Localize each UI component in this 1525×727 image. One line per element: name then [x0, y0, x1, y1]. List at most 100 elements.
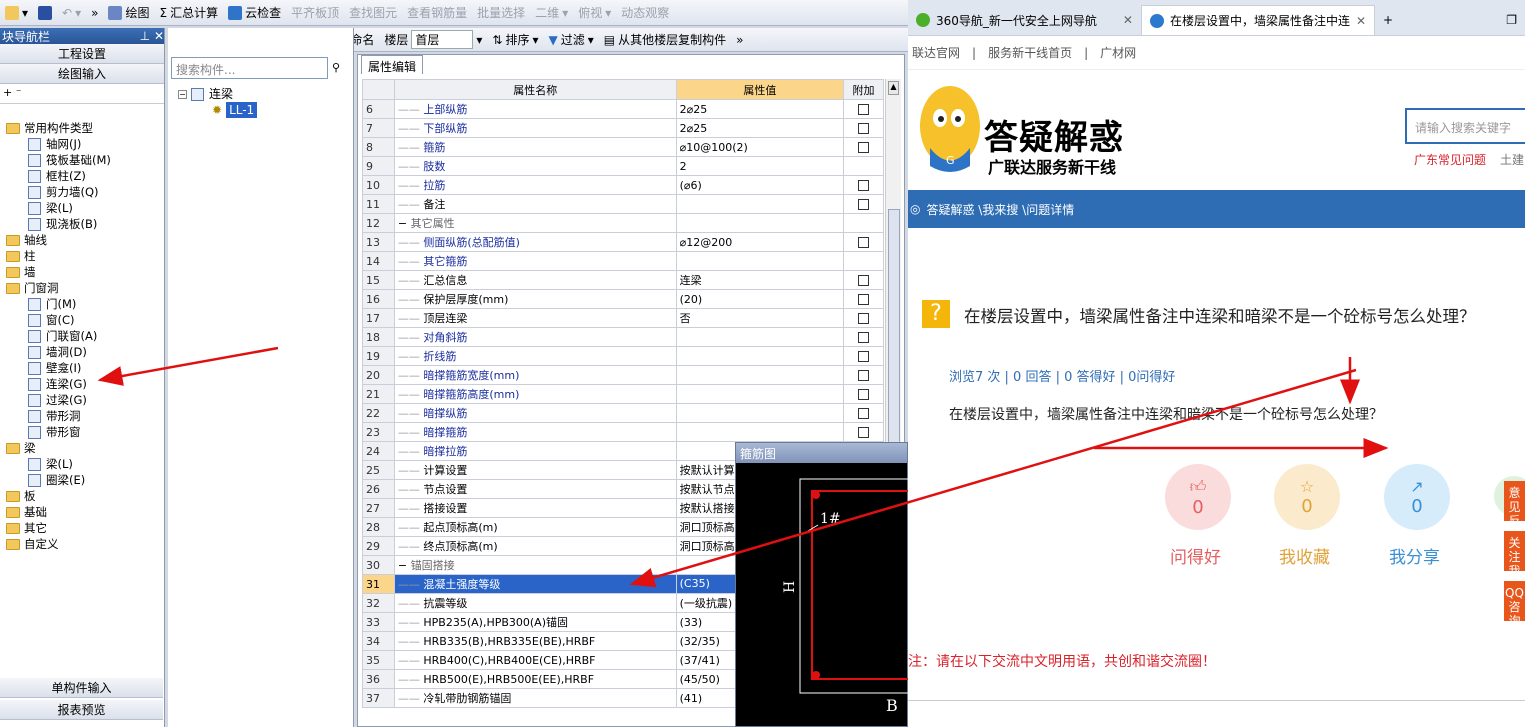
top-view-dropdown[interactable]: 俯视 ▾ — [573, 2, 616, 24]
component-search-input[interactable]: 搜索构件... — [171, 57, 328, 79]
share-circle[interactable]: ↗ 0 — [1384, 464, 1450, 530]
property-value[interactable]: 2⌀25 — [675, 99, 845, 119]
property-value[interactable] — [675, 327, 845, 347]
property-row[interactable]: 8 —— 箍筋 ⌀10@100(2) — [362, 137, 884, 157]
property-row[interactable]: 22 —— 暗撑纵筋 — [362, 403, 884, 423]
property-value[interactable]: 2 — [675, 156, 845, 176]
pin-close-icons[interactable]: ⊥ ✕ — [140, 29, 164, 43]
extra-checkbox[interactable] — [858, 123, 870, 134]
nav-tree-item[interactable]: 连梁(G) — [0, 376, 163, 392]
tab-question[interactable]: 在楼层设置中，墙梁属性备注中连 ✕ — [1140, 5, 1376, 35]
nav-tree-item[interactable]: 框柱(Z) — [0, 168, 163, 184]
nav-tree-item[interactable]: 圈梁(E) — [0, 472, 163, 488]
nav-tree-item[interactable]: 轴网(J) — [0, 136, 163, 152]
extra-checkbox[interactable] — [858, 275, 870, 286]
property-value[interactable]: ⌀12@200 — [675, 232, 845, 252]
floor-value[interactable]: 首层 — [411, 30, 474, 49]
nav-tree-item[interactable]: 带形窗 — [0, 424, 163, 440]
hot-link-tujian[interactable]: 土建 — [1500, 151, 1524, 168]
nav-tree-item[interactable]: 门(M) — [0, 296, 163, 312]
property-row[interactable]: 16 —— 保护层厚度(mm) (20) — [362, 289, 884, 309]
share-label[interactable]: 我分享 — [1389, 543, 1440, 568]
nav-tree-item[interactable]: 自定义 — [0, 536, 163, 552]
nav-tree-item[interactable]: 板 — [0, 488, 163, 504]
property-row[interactable]: 17 —— 顶层连梁否 — [362, 308, 884, 328]
favorite-label[interactable]: 我收藏 — [1279, 543, 1330, 568]
extra-checkbox[interactable] — [858, 332, 870, 343]
project-settings-button[interactable]: 工程设置 — [0, 44, 164, 64]
tree-expand-collapse[interactable]: + ⁻ — [0, 84, 164, 104]
collapse-icon[interactable]: − — [178, 89, 187, 99]
nav-tree-item[interactable]: 梁(L) — [0, 200, 163, 216]
property-row[interactable]: 14 —— 其它箍筋 — [362, 251, 884, 271]
property-row[interactable]: 20 —— 暗撑箍筋宽度(mm) — [362, 365, 884, 385]
search-icon[interactable]: ⚲ — [332, 61, 340, 74]
property-scrollbar[interactable]: ▲ — [885, 79, 901, 579]
nav-tree-item[interactable]: 窗(C) — [0, 312, 163, 328]
flat-slab-button[interactable]: 平齐板顶 — [286, 2, 344, 24]
cloud-check-button[interactable]: 云检查 — [223, 2, 286, 24]
hot-link-guangdong[interactable]: 广东常见问题 — [1414, 151, 1486, 168]
nav-tree-item[interactable]: 轴线 — [0, 232, 163, 248]
nav-tree-item[interactable]: 过梁(G) — [0, 392, 163, 408]
property-value[interactable]: 连梁 — [675, 270, 845, 290]
property-row[interactable]: 10 —— 拉筋 (⌀6) — [362, 175, 884, 195]
floor-selector[interactable]: 楼层 首层 ▾ — [379, 29, 487, 51]
copy-from-floor-button[interactable]: ▤ 从其他楼层复制构件 — [599, 29, 731, 51]
property-row[interactable]: 15 —— 汇总信息 连梁 — [362, 270, 884, 290]
property-value[interactable]: ⌀10@100(2) — [675, 137, 845, 157]
site-search-input[interactable]: 请输入搜索关键字 — [1405, 108, 1525, 144]
nav-tree-item[interactable]: 基础 — [0, 504, 163, 520]
property-row[interactable]: 7 —— 下部纵筋 2⌀25 — [362, 118, 884, 138]
sum-calc-button[interactable]: Σ 汇总计算 — [154, 2, 223, 24]
more-chevron[interactable]: » — [86, 2, 103, 24]
batch-select-button[interactable]: 批量选择 — [472, 2, 530, 24]
undo-button[interactable]: ↶ ▾ — [57, 2, 86, 24]
property-value[interactable] — [675, 251, 845, 271]
group-collapse-icon[interactable]: − — [398, 559, 411, 572]
extra-checkbox[interactable] — [858, 370, 870, 381]
two-d-dropdown[interactable]: 二维 ▾ — [530, 2, 573, 24]
property-value[interactable] — [675, 403, 845, 423]
property-row[interactable]: 6 —— 上部纵筋 2⌀25 — [362, 99, 884, 119]
property-row[interactable]: 21 —— 暗撑箍筋高度(mm) — [362, 384, 884, 404]
property-value[interactable] — [675, 384, 845, 404]
like-label[interactable]: 问得好 — [1170, 543, 1221, 568]
link-guangcai[interactable]: 广材网 — [1088, 44, 1148, 61]
property-value[interactable]: 2⌀25 — [675, 118, 845, 138]
side-feedback[interactable]: 意见反馈 — [1504, 481, 1525, 542]
find-element-button[interactable]: 查找图元 — [344, 2, 402, 24]
nav-tree-item[interactable]: 现浇板(B) — [0, 216, 163, 232]
view-rebar-button[interactable]: 查看钢筋量 — [402, 2, 472, 24]
nav-tree-item[interactable]: 门窗洞 — [0, 280, 163, 296]
extra-checkbox[interactable] — [858, 389, 870, 400]
extra-checkbox[interactable] — [858, 142, 870, 153]
group-collapse-icon[interactable]: − — [398, 217, 411, 230]
nav-tree-item[interactable]: 门联窗(A) — [0, 328, 163, 344]
close-tab1-icon[interactable]: ✕ — [1123, 13, 1133, 27]
side-follow[interactable]: 关注我们 — [1504, 531, 1525, 592]
favorite-circle[interactable]: ☆ 0 — [1274, 464, 1340, 530]
nav-tree-item[interactable]: 筏板基础(M) — [0, 152, 163, 168]
extra-checkbox[interactable] — [858, 313, 870, 324]
like-circle[interactable]: 👍︎ 0 — [1165, 464, 1231, 530]
property-value[interactable] — [675, 422, 845, 442]
nav-tree-item[interactable]: 墙 — [0, 264, 163, 280]
tree-node-ll1[interactable]: ✹ LL-1 — [178, 102, 258, 118]
property-row[interactable]: 9 —— 肢数 2 — [362, 156, 884, 176]
breadcrumb[interactable]: 答疑解惑 \我来搜 \问题详情 — [926, 201, 1074, 218]
tab-property-edit[interactable]: 属性编辑 — [361, 55, 424, 74]
draw-button[interactable]: 绘图 — [103, 2, 154, 24]
link-glodon[interactable]: 联达官网 — [908, 44, 972, 61]
property-row[interactable]: 11 —— 备注 — [362, 194, 884, 214]
tab-360-nav[interactable]: 360导航_新一代安全上网导航 ✕ — [908, 5, 1141, 35]
extra-checkbox[interactable] — [858, 294, 870, 305]
nav-tree-item[interactable]: 其它 — [0, 520, 163, 536]
property-value[interactable] — [675, 194, 845, 214]
nav-tree-item[interactable]: 剪力墙(Q) — [0, 184, 163, 200]
report-preview-button[interactable]: 报表预览 — [0, 700, 163, 720]
extra-checkbox[interactable] — [858, 427, 870, 438]
nav-tree-item[interactable]: 梁 — [0, 440, 163, 456]
single-component-input-button[interactable]: 单构件输入 — [0, 678, 163, 698]
open-button[interactable]: ▾ — [0, 2, 33, 24]
